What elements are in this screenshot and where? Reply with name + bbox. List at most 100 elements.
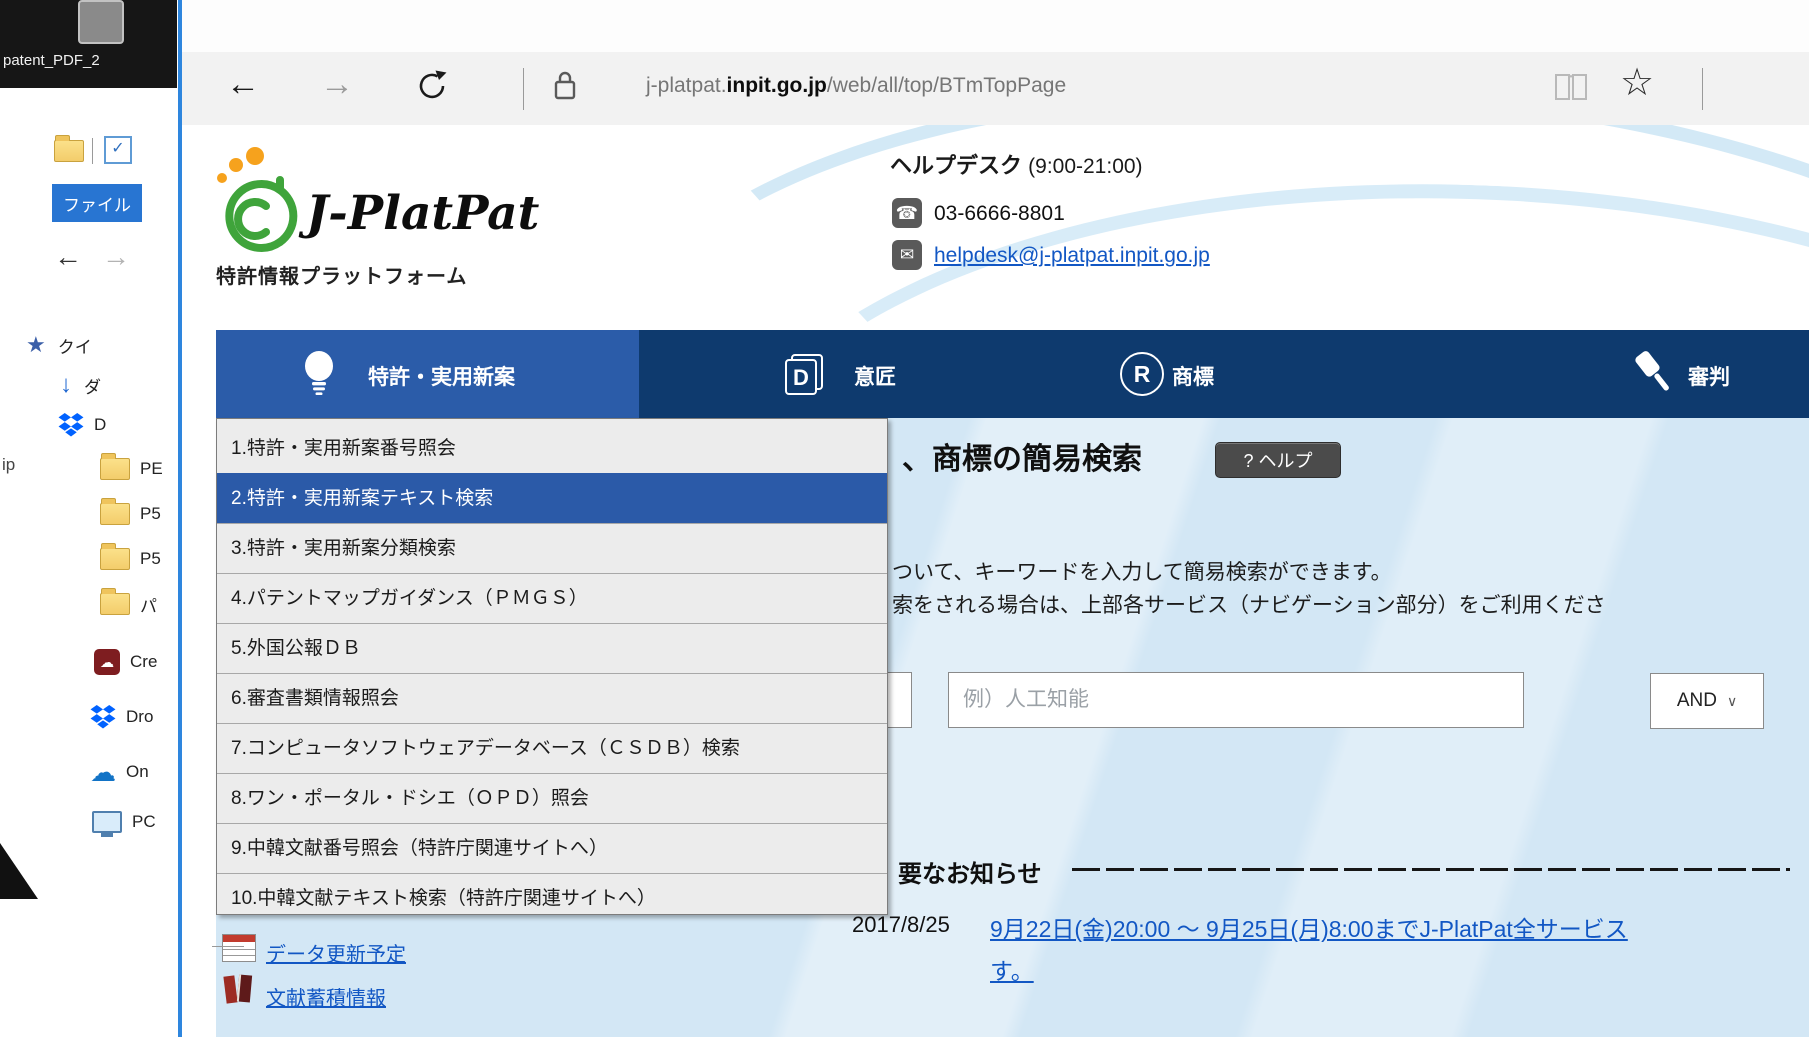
back-icon[interactable]: ← (226, 66, 260, 102)
explorer-item-dropbox[interactable]: Dro (90, 700, 153, 734)
explorer-item-label: On (126, 762, 149, 782)
toolbar-divider (523, 68, 524, 110)
tab-appeal-label[interactable]: 審判 (1688, 361, 1730, 391)
folder-icon (100, 548, 130, 570)
dropbox-icon (58, 413, 84, 437)
chevron-down-icon: ∨ (1727, 693, 1737, 710)
forward-icon[interactable]: → (320, 66, 354, 102)
menu-item-csdb-search[interactable]: 7.コンピュータソフトウェアデータベース（ＣＳＤＢ）検索 (217, 723, 887, 773)
trademark-r-icon: R (1120, 352, 1164, 396)
help-button[interactable]: ? ヘルプ (1215, 442, 1341, 478)
helpdesk-hours: (9:00-21:00) (1028, 155, 1142, 178)
refresh-icon[interactable] (414, 68, 450, 109)
explorer-item-label: P5 (140, 504, 161, 524)
url-domain: inpit.go.jp (727, 74, 827, 97)
download-arrow-icon: ↓ (60, 373, 72, 397)
explorer-item-label: D (94, 415, 106, 435)
folder-icon (100, 593, 130, 615)
explorer-item-folder[interactable]: PE (100, 452, 163, 486)
explorer-item-label: P5 (140, 549, 161, 569)
notices-divider (1072, 868, 1790, 871)
lightbulb-icon (300, 348, 338, 405)
explorer-item-dropbox[interactable]: D (58, 408, 106, 442)
dropbox-icon (90, 705, 116, 729)
gavel-icon (1628, 346, 1678, 405)
onedrive-cloud-icon: ☁ (90, 759, 116, 785)
quick-access-star-icon: ★ (26, 334, 46, 356)
reading-view-icon[interactable] (1552, 70, 1590, 109)
explorer-tab-file[interactable]: ファイル (52, 184, 142, 222)
menu-item-text-search[interactable]: 2.特許・実用新案テキスト検索 (217, 473, 887, 523)
main-navigation: 特許・実用新案 D 意匠 R 商標 審判 (216, 330, 1809, 418)
notice-link-line-1[interactable]: 9月22日(金)20:00 ～ 9月25日(月)8:00までJ-PlatPat全… (990, 910, 1809, 944)
logo-title[interactable]: J-PlatPat (306, 186, 539, 241)
window-accent-border (178, 0, 182, 1037)
logo-subtitle: 特許情報プラットフォーム (216, 260, 467, 289)
explorer-item-creative-cloud[interactable]: ☁ Cre (94, 645, 157, 679)
mail-icon: ✉ (892, 240, 922, 270)
menu-item-number-search[interactable]: 1.特許・実用新案番号照会 (217, 424, 887, 473)
explorer-item-downloads[interactable]: ↓ ダ (60, 368, 101, 402)
screen: patent_PDF_2 ✓ ファイル ← → ★ クイ ↓ ダ (0, 0, 1809, 1037)
menu-item-cn-kr-number[interactable]: 9.中韓文献番号照会（特許庁関連サイトへ） (217, 823, 887, 873)
menu-item-opd[interactable]: 8.ワン・ポータル・ドシエ（ＯＰＤ）照会 (217, 773, 887, 823)
data-update-link[interactable]: データ更新予定 (266, 938, 406, 967)
explorer-item-folder[interactable]: P5 (100, 542, 161, 576)
patent-menu-dropdown: 1.特許・実用新案番号照会 2.特許・実用新案テキスト検索 3.特許・実用新案分… (216, 418, 888, 915)
explorer-item-pc[interactable]: PC (92, 805, 156, 839)
operator-select[interactable]: AND ∨ (1650, 673, 1764, 729)
page-title: 、商標の簡易検索 (902, 434, 1142, 478)
folder-icon (54, 140, 84, 162)
explorer-item-label: PC (132, 812, 156, 832)
tab-trademark-label[interactable]: 商標 (1172, 361, 1214, 391)
file-icon (78, 0, 124, 44)
favorites-star-icon[interactable]: ☆ (1620, 60, 1654, 105)
operator-value: AND (1677, 690, 1717, 712)
tab-patent-utility-label[interactable]: 特許・実用新案 (368, 361, 515, 391)
address-bar[interactable]: j-platpat.inpit.go.jp/web/all/top/BTmTop… (646, 74, 1066, 98)
description-line-1: ついて、キーワードを入力して簡易検索ができます。 (892, 556, 1392, 586)
explorer-item-label: パ (140, 592, 157, 617)
data-update-table-icon (222, 934, 256, 962)
file-thumbnail-label: patent_PDF_2 (3, 52, 100, 69)
menu-item-cn-kr-text[interactable]: 10.中韓文献テキスト検索（特許庁関連サイトへ） (217, 873, 887, 923)
helpdesk-label: ヘルプデスク (890, 153, 1022, 178)
explorer-item-label: Cre (130, 652, 157, 672)
checkbox-icon[interactable]: ✓ (104, 136, 132, 164)
keyword-input-2[interactable] (948, 672, 1524, 728)
browser-titlebar-area (182, 0, 1809, 52)
description-line-2: 索をされる場合は、上部各サービス（ナビゲーション部分）をご利用くださ (892, 589, 1606, 619)
explorer-forward-icon[interactable]: → (102, 242, 130, 272)
menu-item-foreign-gazette-db[interactable]: 5.外国公報ＤＢ (217, 623, 887, 673)
file-explorer-window: patent_PDF_2 ✓ ファイル ← → ★ クイ ↓ ダ (0, 0, 182, 1037)
design-d-icon: D (782, 352, 826, 401)
pc-monitor-icon (92, 811, 122, 833)
explorer-item-folder[interactable]: P5 (100, 497, 161, 531)
svg-text:D: D (793, 365, 809, 390)
phone-icon: ☎ (892, 198, 922, 228)
desktop-file-thumbnail[interactable]: patent_PDF_2 (0, 0, 177, 88)
jplatpat-logo-icon[interactable] (210, 146, 314, 273)
decorative-wedge (0, 843, 38, 899)
menu-item-pmgs[interactable]: 4.パテントマップガイダンス（ＰＭＧＳ） (217, 573, 887, 623)
creative-cloud-icon: ☁ (94, 649, 120, 675)
explorer-item-folder[interactable]: パ (100, 587, 157, 621)
helpdesk-email-link[interactable]: helpdesk@j-platpat.inpit.go.jp (934, 244, 1210, 268)
url-prefix: j-platpat. (646, 74, 727, 97)
url-path: /web/all/top/BTmTopPage (827, 74, 1066, 97)
explorer-item-onedrive[interactable]: ☁ On (90, 755, 149, 789)
document-stock-link[interactable]: 文献蓄積情報 (266, 982, 386, 1011)
explorer-item-quick-access[interactable]: ★ クイ (26, 328, 92, 362)
explorer-item-label: PE (140, 459, 163, 479)
menu-item-examination-documents[interactable]: 6.審査書類情報照会 (217, 673, 887, 723)
explorer-item-label: ダ (84, 373, 101, 398)
lock-icon[interactable] (552, 68, 578, 107)
notice-link-line-2[interactable]: す。 (990, 952, 1034, 986)
explorer-item-label: クイ (58, 333, 92, 358)
explorer-back-icon[interactable]: ← (54, 242, 82, 272)
tab-design-label[interactable]: 意匠 (854, 361, 896, 391)
document-stock-books-icon (222, 974, 252, 1004)
helpdesk-line: ヘルプデスク (9:00-21:00) (890, 148, 1143, 180)
menu-item-classification-search[interactable]: 3.特許・実用新案分類検索 (217, 523, 887, 573)
notices-heading: 要なお知らせ (898, 854, 1042, 889)
